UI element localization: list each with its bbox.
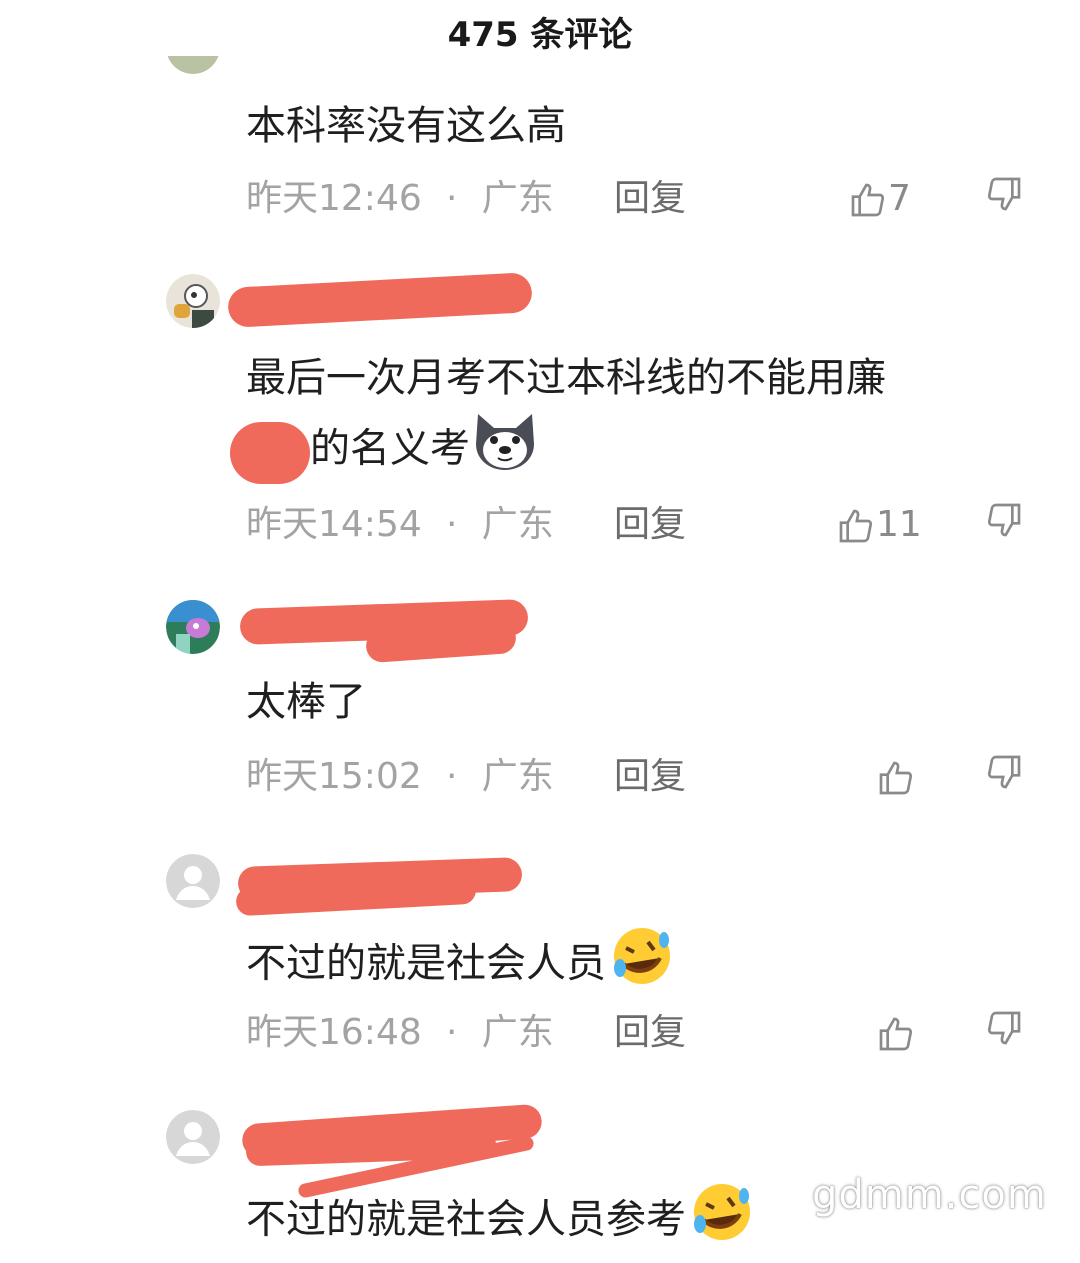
reply-button[interactable]: 回复 (614, 752, 686, 802)
comment-time: 昨天16:48 (246, 1012, 422, 1053)
comment-time: 昨天14:54 (246, 504, 422, 545)
thumbs-down-icon (987, 177, 1021, 211)
comment-meta: 昨天15:02 · 广东 (246, 752, 554, 802)
thumbs-up-icon (879, 761, 913, 795)
comment-text: 最后一次月考不过本科线的不能用廉 的名义考 (230, 346, 886, 491)
comment-meta: 昨天16:48 · 广东 (246, 1008, 554, 1058)
comment-text: 不过的就是社会人员参考 (246, 1180, 756, 1263)
separator: · (446, 504, 458, 545)
comment-location: 广东 (481, 504, 554, 545)
thumbs-up-icon (879, 1017, 913, 1051)
dislike-button[interactable] (984, 1008, 1024, 1058)
comment-time: 昨天15:02 (246, 756, 422, 797)
dislike-button[interactable] (984, 500, 1024, 550)
separator: · (446, 178, 458, 219)
comment-text-line: 的名义考 (310, 425, 470, 472)
comment-text-line: 最后一次月考不过本科线的不能用廉 (246, 355, 886, 401)
rolling-laughing-emoji (688, 1180, 756, 1263)
comment-location: 广东 (481, 756, 554, 797)
like-button[interactable]: 11 (836, 500, 922, 550)
watermark: gdmm.com (812, 1172, 1047, 1218)
reply-button[interactable]: 回复 (614, 500, 686, 550)
separator: · (446, 756, 458, 797)
redaction-mark (230, 422, 310, 484)
comment-text: 本科率没有这么高 (246, 103, 566, 149)
dislike-button[interactable] (984, 752, 1024, 802)
comment-text-line: 不过的就是社会人员参考 (246, 1196, 686, 1243)
thumbs-down-icon (987, 1011, 1021, 1045)
like-count: 11 (876, 504, 922, 545)
comment-location: 广东 (481, 178, 554, 219)
avatar[interactable] (166, 600, 220, 654)
reply-button[interactable]: 回复 (614, 1008, 686, 1058)
comment-time: 昨天12:46 (246, 178, 422, 219)
comments-count-title: 475 条评论 (447, 15, 633, 55)
thumbs-down-icon (987, 755, 1021, 789)
comment-location: 广东 (481, 1012, 554, 1053)
separator: · (446, 1012, 458, 1053)
thumbs-up-icon (851, 183, 885, 217)
comment-text: 不过的就是社会人员 (246, 924, 676, 1007)
dog-face-emoji (472, 410, 538, 491)
comment-text: 太棒了 (246, 679, 366, 725)
reply-button[interactable]: 回复 (614, 174, 686, 224)
avatar[interactable] (166, 1110, 220, 1164)
like-button[interactable] (876, 1008, 916, 1058)
comment-text-line: 不过的就是社会人员 (246, 940, 606, 987)
like-button[interactable]: 7 (848, 174, 911, 224)
thumbs-up-icon (839, 509, 873, 543)
like-count: 7 (888, 178, 911, 219)
like-button[interactable] (876, 752, 916, 802)
avatar[interactable] (166, 274, 220, 328)
dislike-button[interactable] (984, 174, 1024, 224)
comment-meta: 昨天12:46 · 广东 (246, 174, 554, 224)
thumbs-down-icon (987, 503, 1021, 537)
rolling-laughing-emoji (608, 924, 676, 1007)
redaction-mark (227, 272, 533, 328)
avatar[interactable] (166, 854, 220, 908)
comment-meta: 昨天14:54 · 广东 (246, 500, 554, 550)
